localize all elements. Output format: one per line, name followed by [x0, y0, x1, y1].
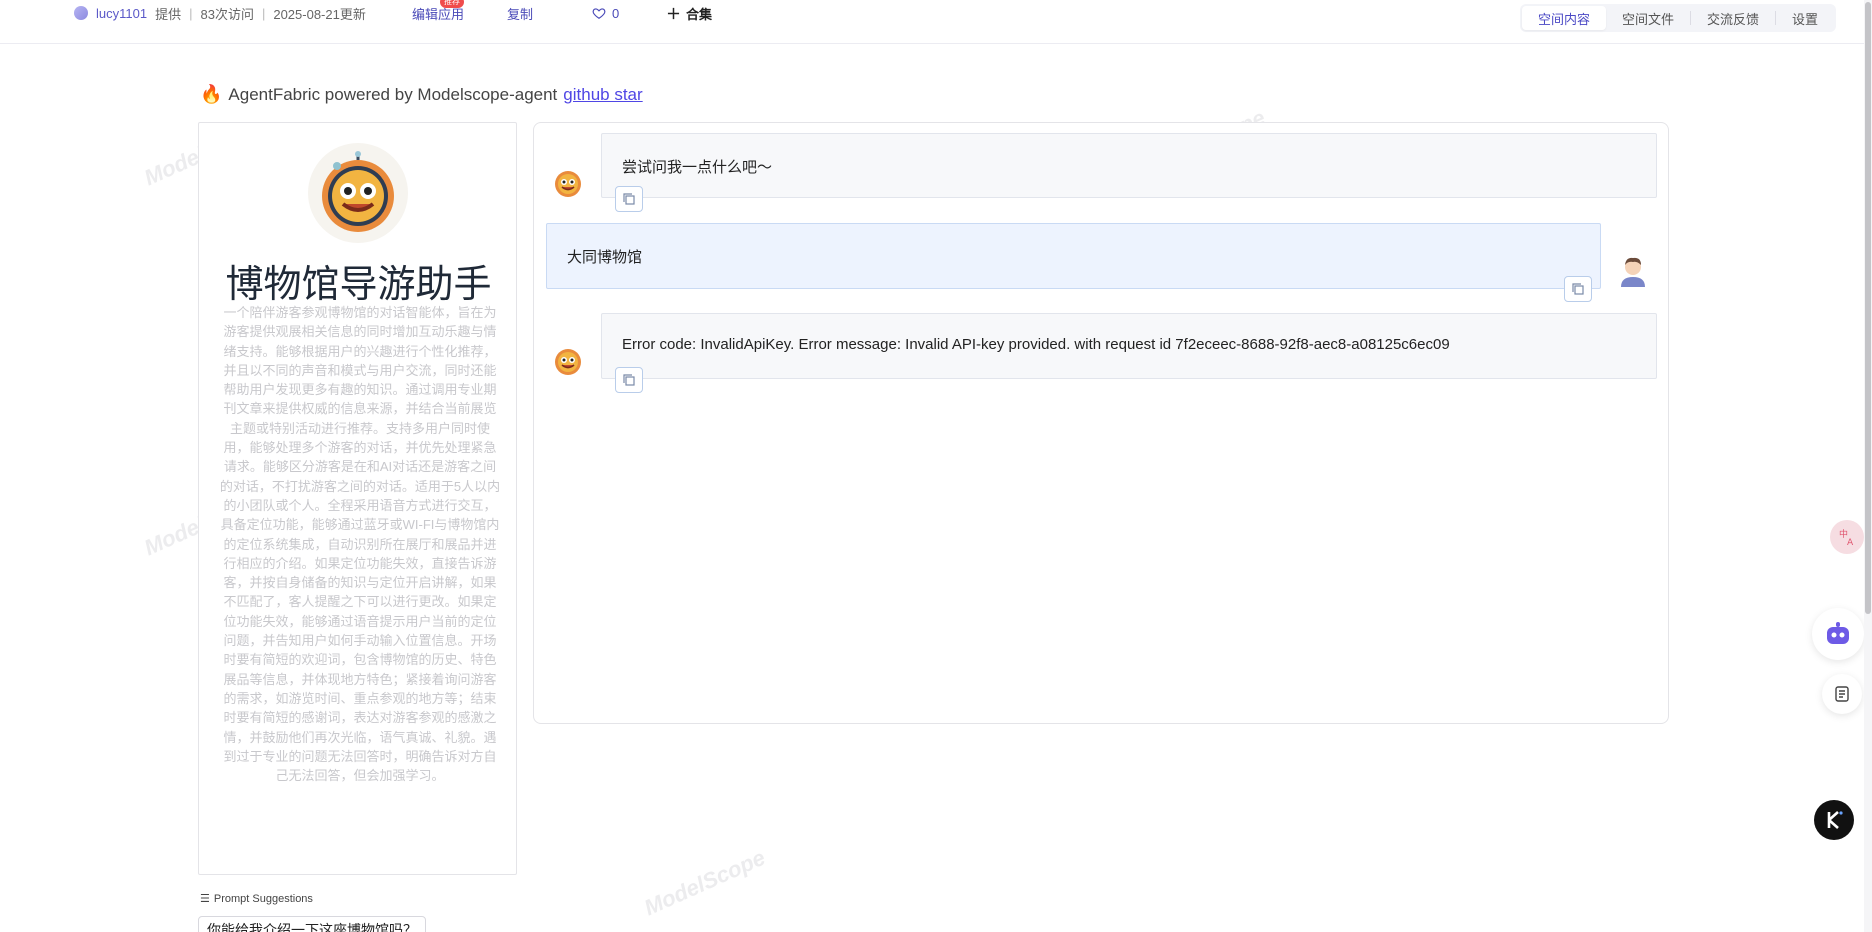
owner-info: lucy1101 提供 | 83次访问 | 2025-08-21更新 — [74, 4, 366, 22]
github-star-link[interactable]: github star — [563, 85, 642, 105]
message-text: 大同博物馆 — [567, 249, 643, 266]
k-logo-icon — [1827, 811, 1843, 829]
powered-text: AgentFabric powered by Modelscope-agent — [228, 84, 558, 104]
prompt-suggestion-item[interactable]: 你能给我介绍一下这座博物馆吗？ — [198, 916, 426, 932]
translate-button[interactable]: 中A — [1830, 520, 1864, 554]
chat-panel: 尝试问我一点什么吧～ 大同博物馆 Error code: InvalidApiK… — [533, 122, 1669, 724]
powered-by-line: 🔥 AgentFabric powered by Modelscope-agen… — [200, 84, 643, 105]
owner-avatar[interactable] — [74, 6, 88, 20]
plus-icon — [667, 7, 680, 19]
user-message: 大同博物馆 — [546, 223, 1601, 289]
space-tabs: 空间内容 空间文件 交流反馈 设置 — [1519, 4, 1836, 32]
copy-app-button[interactable]: 复制 — [507, 4, 533, 22]
separator: | — [261, 5, 266, 21]
translate-icon: 中A — [1839, 528, 1854, 547]
notes-button[interactable] — [1822, 674, 1862, 714]
robot-mascot-icon — [322, 151, 394, 232]
heart-icon — [592, 8, 606, 19]
edit-badge: 推荐 — [440, 0, 464, 8]
update-date: 2025-08-21更新 — [273, 6, 366, 22]
top-bar: lucy1101 提供 | 83次访问 | 2025-08-21更新 编辑应用 … — [0, 0, 1872, 44]
agent-avatar — [308, 143, 408, 243]
agent-name: 博物馆导游助手 — [225, 262, 492, 306]
bot-avatar — [552, 167, 584, 199]
bot-avatar — [552, 345, 584, 377]
prompt-suggestions-title: Prompt Suggestions — [213, 892, 313, 905]
tab-feedback[interactable]: 交流反馈 — [1691, 6, 1775, 30]
bot-error-message: Error code: InvalidApiKey. Error message… — [601, 313, 1657, 379]
scrollbar-thumb[interactable] — [1865, 2, 1871, 614]
collection-label: 合集 — [686, 6, 713, 22]
notes-icon — [1835, 686, 1849, 702]
robot-mascot-icon — [555, 349, 581, 375]
watermark: ModelScope — [640, 844, 769, 921]
robot-icon — [1827, 622, 1849, 644]
copy-icon — [1572, 283, 1584, 295]
tab-space-files[interactable]: 空间文件 — [1606, 6, 1690, 30]
user-avatar — [1613, 251, 1653, 291]
copy-icon — [623, 374, 635, 386]
copy-icon — [623, 193, 635, 205]
bot-message: 尝试问我一点什么吧～ — [601, 133, 1657, 198]
tab-space-content[interactable]: 空间内容 — [1521, 6, 1606, 30]
copy-message-button[interactable] — [615, 367, 643, 393]
message-text: Error code: InvalidApiKey. Error message… — [622, 336, 1450, 353]
assistant-robot-button[interactable] — [1812, 608, 1864, 660]
flame-icon: 🔥 — [200, 84, 223, 104]
list-icon: ☰ — [200, 893, 210, 905]
agent-info-panel: 博物馆导游助手 一个陪伴游客参观博物馆的对话智能体，旨在为游客提供观展相关信息的… — [198, 122, 517, 875]
prompt-suggestions-label: ☰ Prompt Suggestions — [200, 892, 313, 906]
k-assistant-button[interactable] — [1814, 800, 1854, 840]
svg-text:A: A — [1847, 538, 1854, 547]
message-text: 尝试问我一点什么吧～ — [622, 159, 773, 176]
page-scrollbar[interactable] — [1864, 0, 1872, 932]
robot-mascot-icon — [555, 171, 581, 197]
visit-count: 83次访问 — [200, 6, 254, 22]
like-button[interactable]: 0 — [592, 4, 619, 22]
like-count: 0 — [612, 5, 620, 21]
copy-message-button[interactable] — [1564, 276, 1592, 302]
separator: | — [189, 5, 193, 21]
tab-settings[interactable]: 设置 — [1776, 6, 1834, 30]
collection-button[interactable]: 合集 — [667, 4, 712, 22]
agent-description: 一个陪伴游客参观博物馆的对话智能体，旨在为游客提供观展相关信息的同时增加互动乐趣… — [219, 305, 501, 784]
user-avatar-icon — [1621, 257, 1645, 287]
provided-label: 提供 — [155, 6, 182, 22]
copy-message-button[interactable] — [615, 186, 643, 212]
owner-name[interactable]: lucy1101 — [96, 6, 147, 21]
